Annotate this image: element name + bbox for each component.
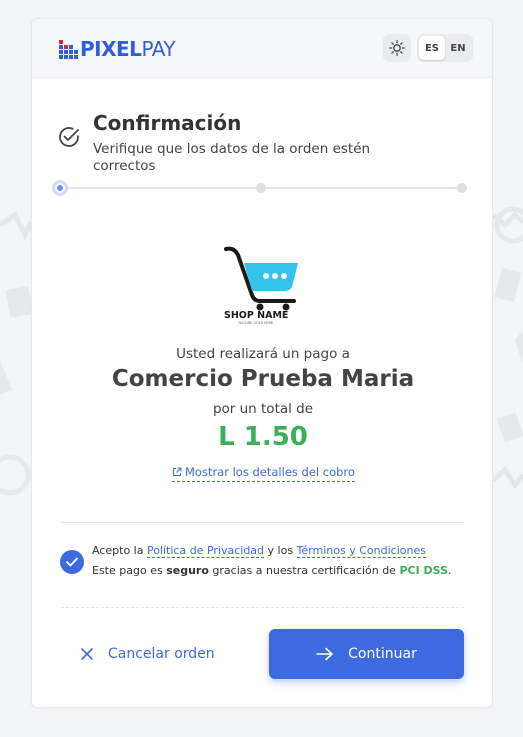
merchant-name: Comercio Prueba Maria bbox=[111, 366, 415, 392]
shop-logo-text: SHOP NAME bbox=[224, 310, 288, 321]
header: PIXELPAY ES EN bbox=[32, 19, 492, 78]
shop-logo: SHOP NAME TAGLINE GOES HERE bbox=[224, 246, 298, 325]
step-progress-bar bbox=[55, 183, 467, 193]
pci-dss-badge: PCI DSS bbox=[399, 564, 448, 577]
language-es-button[interactable]: ES bbox=[419, 36, 445, 60]
pixelpay-logo: PIXELPAY bbox=[58, 37, 176, 61]
terms-checkbox[interactable] bbox=[60, 550, 84, 574]
cancel-order-button[interactable]: Cancelar orden bbox=[80, 643, 215, 665]
continue-label: Continuar bbox=[348, 646, 417, 662]
total-label: por un total de bbox=[212, 401, 314, 417]
privacy-policy-link[interactable]: Política de Privacidad bbox=[146, 544, 265, 558]
logo-grid-icon bbox=[59, 40, 78, 59]
terms-text: Acepto la Política de Privacidad y los T… bbox=[92, 541, 452, 581]
brand-name-bold: PIXEL bbox=[80, 37, 142, 61]
check-circle-icon bbox=[59, 127, 79, 147]
security-bold: seguro bbox=[166, 564, 209, 577]
arrow-right-icon bbox=[316, 647, 333, 661]
external-link-icon bbox=[173, 467, 182, 476]
show-details-link[interactable]: Mostrar los detalles del cobro bbox=[172, 465, 355, 482]
progress-step-1 bbox=[55, 183, 65, 193]
language-toggle: ES EN bbox=[417, 34, 473, 62]
progress-step-3 bbox=[457, 183, 467, 193]
divider-dashed bbox=[61, 607, 464, 608]
progress-step-2 bbox=[256, 183, 266, 193]
security-middle: gracias a nuestra certificación de bbox=[212, 564, 396, 577]
check-icon bbox=[66, 557, 78, 567]
checkout-card: PIXELPAY ES EN Confirmación Verifique qu… bbox=[31, 18, 493, 708]
payment-amount: L 1.50 bbox=[218, 422, 308, 452]
language-en-button[interactable]: EN bbox=[445, 36, 471, 60]
shop-logo-tagline: TAGLINE GOES HERE bbox=[237, 321, 273, 325]
security-suffix: . bbox=[448, 564, 452, 577]
page-subtitle: Verifique que los datos de la orden esté… bbox=[93, 141, 371, 174]
payment-intro: Usted realizará un pago a bbox=[176, 346, 350, 362]
page-title: Confirmación bbox=[93, 111, 242, 135]
show-details-label: Mostrar los detalles del cobro bbox=[185, 465, 355, 479]
cancel-order-label: Cancelar orden bbox=[108, 646, 215, 662]
terms-conditions-link[interactable]: Términos y Condiciones bbox=[296, 544, 426, 558]
divider bbox=[61, 522, 464, 523]
security-prefix: Este pago es bbox=[92, 564, 163, 577]
continue-button[interactable]: Continuar bbox=[269, 629, 464, 679]
terms-connector: y los bbox=[267, 544, 294, 557]
theme-toggle-button[interactable] bbox=[383, 34, 411, 62]
close-icon bbox=[81, 648, 93, 660]
brand-name-light: PAY bbox=[141, 37, 176, 61]
sun-icon bbox=[389, 40, 405, 56]
terms-accept-prefix: Acepto la bbox=[92, 544, 144, 557]
